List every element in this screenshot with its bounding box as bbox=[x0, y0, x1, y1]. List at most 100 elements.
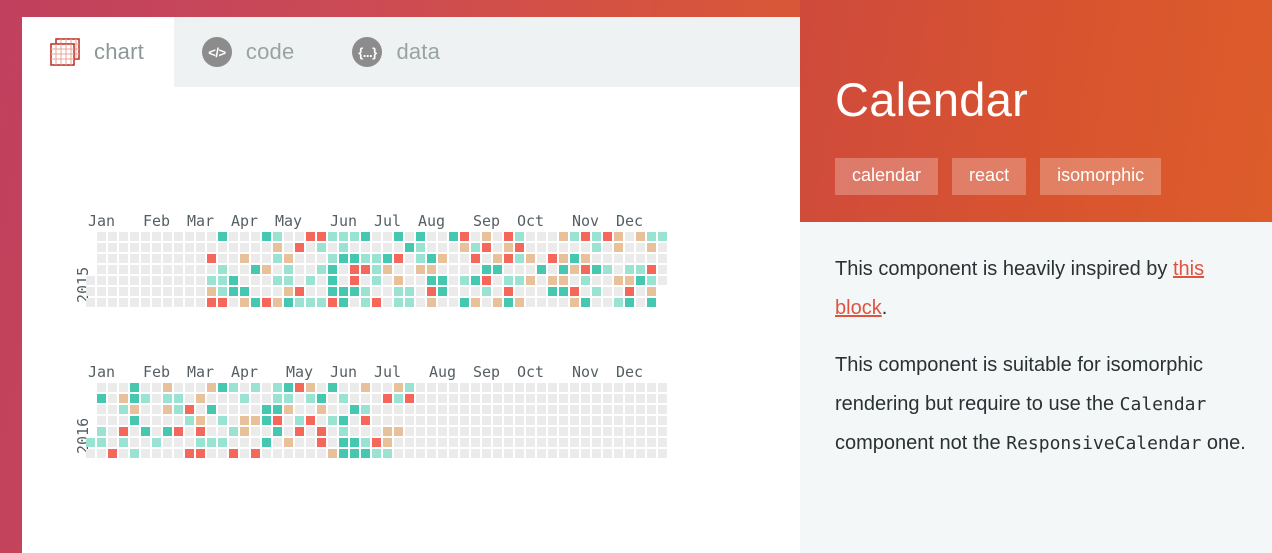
calendar-day-cell[interactable] bbox=[163, 405, 172, 414]
calendar-day-cell[interactable] bbox=[405, 427, 414, 436]
calendar-day-cell[interactable] bbox=[515, 383, 524, 392]
calendar-day-cell[interactable] bbox=[163, 232, 172, 241]
calendar-day-cell[interactable] bbox=[559, 287, 568, 296]
calendar-day-cell[interactable] bbox=[471, 243, 480, 252]
calendar-day-cell[interactable] bbox=[240, 276, 249, 285]
calendar-day-cell[interactable] bbox=[372, 416, 381, 425]
calendar-day-cell[interactable] bbox=[306, 383, 315, 392]
calendar-day-cell[interactable] bbox=[185, 449, 194, 458]
calendar-day-cell[interactable] bbox=[614, 232, 623, 241]
calendar-day-cell[interactable] bbox=[372, 265, 381, 274]
calendar-day-cell[interactable] bbox=[163, 416, 172, 425]
calendar-day-cell[interactable] bbox=[603, 243, 612, 252]
calendar-day-cell[interactable] bbox=[119, 438, 128, 447]
calendar-day-cell[interactable] bbox=[284, 265, 293, 274]
calendar-day-cell[interactable] bbox=[416, 287, 425, 296]
calendar-day-cell[interactable] bbox=[515, 416, 524, 425]
calendar-day-cell[interactable] bbox=[240, 265, 249, 274]
calendar-day-cell[interactable] bbox=[416, 383, 425, 392]
calendar-day-cell[interactable] bbox=[647, 287, 656, 296]
calendar-day-cell[interactable] bbox=[97, 232, 106, 241]
calendar-day-cell[interactable] bbox=[196, 394, 205, 403]
calendar-day-cell[interactable] bbox=[251, 243, 260, 252]
calendar-day-cell[interactable] bbox=[284, 276, 293, 285]
calendar-day-cell[interactable] bbox=[658, 254, 667, 263]
calendar-day-cell[interactable] bbox=[658, 449, 667, 458]
calendar-day-cell[interactable] bbox=[339, 449, 348, 458]
calendar-day-cell[interactable] bbox=[273, 416, 282, 425]
calendar-day-cell[interactable] bbox=[603, 287, 612, 296]
calendar-day-cell[interactable] bbox=[328, 438, 337, 447]
calendar-day-cell[interactable] bbox=[515, 232, 524, 241]
calendar-day-cell[interactable] bbox=[493, 405, 502, 414]
calendar-day-cell[interactable] bbox=[119, 265, 128, 274]
calendar-day-cell[interactable] bbox=[328, 394, 337, 403]
calendar-day-cell[interactable] bbox=[636, 383, 645, 392]
calendar-day-cell[interactable] bbox=[504, 298, 513, 307]
calendar-day-cell[interactable] bbox=[383, 287, 392, 296]
calendar-day-cell[interactable] bbox=[515, 243, 524, 252]
calendar-day-cell[interactable] bbox=[273, 276, 282, 285]
calendar-day-cell[interactable] bbox=[141, 298, 150, 307]
calendar-day-cell[interactable] bbox=[350, 287, 359, 296]
calendar-day-cell[interactable] bbox=[339, 416, 348, 425]
calendar-day-cell[interactable] bbox=[471, 276, 480, 285]
calendar-day-cell[interactable] bbox=[350, 394, 359, 403]
calendar-day-cell[interactable] bbox=[273, 383, 282, 392]
calendar-day-cell[interactable] bbox=[152, 265, 161, 274]
calendar-day-cell[interactable] bbox=[427, 383, 436, 392]
calendar-day-cell[interactable] bbox=[273, 287, 282, 296]
calendar-day-cell[interactable] bbox=[471, 232, 480, 241]
calendar-day-cell[interactable] bbox=[350, 232, 359, 241]
calendar-day-cell[interactable] bbox=[240, 298, 249, 307]
calendar-day-cell[interactable] bbox=[537, 427, 546, 436]
calendar-day-cell[interactable] bbox=[581, 232, 590, 241]
calendar-day-cell[interactable] bbox=[658, 416, 667, 425]
calendar-day-cell[interactable] bbox=[328, 254, 337, 263]
calendar-day-cell[interactable] bbox=[361, 287, 370, 296]
calendar-day-cell[interactable] bbox=[548, 427, 557, 436]
calendar-day-cell[interactable] bbox=[207, 416, 216, 425]
calendar-day-cell[interactable] bbox=[130, 254, 139, 263]
calendar-day-cell[interactable] bbox=[273, 243, 282, 252]
calendar-day-cell[interactable] bbox=[548, 287, 557, 296]
calendar-day-cell[interactable] bbox=[130, 416, 139, 425]
calendar-day-cell[interactable] bbox=[350, 438, 359, 447]
calendar-day-cell[interactable] bbox=[251, 287, 260, 296]
calendar-day-cell[interactable] bbox=[504, 254, 513, 263]
calendar-day-cell[interactable] bbox=[449, 287, 458, 296]
calendar-day-cell[interactable] bbox=[471, 265, 480, 274]
calendar-day-cell[interactable] bbox=[328, 276, 337, 285]
calendar-day-cell[interactable] bbox=[471, 298, 480, 307]
calendar-day-cell[interactable] bbox=[515, 276, 524, 285]
calendar-day-cell[interactable] bbox=[328, 298, 337, 307]
calendar-day-cell[interactable] bbox=[97, 438, 106, 447]
calendar-day-cell[interactable] bbox=[636, 427, 645, 436]
calendar-day-cell[interactable] bbox=[361, 383, 370, 392]
calendar-day-cell[interactable] bbox=[537, 276, 546, 285]
calendar-day-cell[interactable] bbox=[438, 427, 447, 436]
calendar-day-cell[interactable] bbox=[647, 243, 656, 252]
calendar-day-cell[interactable] bbox=[526, 416, 535, 425]
calendar-day-cell[interactable] bbox=[372, 243, 381, 252]
calendar-day-cell[interactable] bbox=[526, 394, 535, 403]
calendar-day-cell[interactable] bbox=[416, 427, 425, 436]
calendar-day-cell[interactable] bbox=[207, 394, 216, 403]
calendar-day-cell[interactable] bbox=[240, 405, 249, 414]
calendar-day-cell[interactable] bbox=[339, 427, 348, 436]
calendar-day-cell[interactable] bbox=[108, 394, 117, 403]
calendar-day-cell[interactable] bbox=[196, 243, 205, 252]
calendar-day-cell[interactable] bbox=[350, 383, 359, 392]
calendar-day-cell[interactable] bbox=[570, 438, 579, 447]
calendar-day-cell[interactable] bbox=[537, 383, 546, 392]
calendar-day-cell[interactable] bbox=[416, 276, 425, 285]
calendar-day-cell[interactable] bbox=[141, 427, 150, 436]
calendar-day-cell[interactable] bbox=[570, 383, 579, 392]
calendar-day-cell[interactable] bbox=[185, 254, 194, 263]
calendar-day-cell[interactable] bbox=[130, 449, 139, 458]
calendar-day-cell[interactable] bbox=[427, 276, 436, 285]
calendar-day-cell[interactable] bbox=[185, 287, 194, 296]
calendar-day-cell[interactable] bbox=[295, 427, 304, 436]
calendar-day-cell[interactable] bbox=[152, 276, 161, 285]
calendar-day-cell[interactable] bbox=[614, 383, 623, 392]
